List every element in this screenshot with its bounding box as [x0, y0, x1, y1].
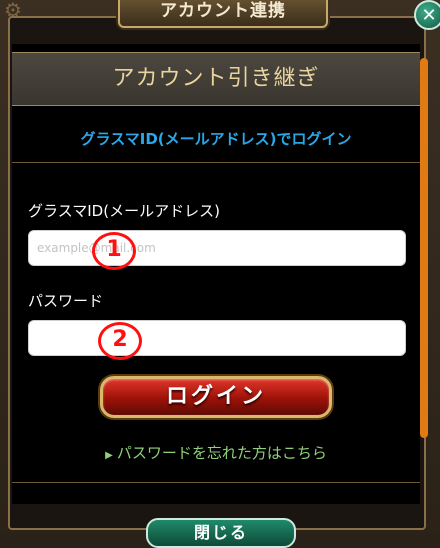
login-button[interactable]: ログイン	[100, 376, 332, 418]
divider	[12, 162, 420, 163]
dialog-frame: ⚙ アカウント連携 ✕ アカウント引き継ぎ グラスマID(メールアドレス)でログ…	[0, 0, 440, 548]
login-heading: グラスマID(メールアドレス)でログイン	[80, 130, 352, 148]
forgot-password-text: パスワードを忘れた方はこちら	[116, 444, 327, 462]
panel-header: アカウント引き継ぎ	[12, 52, 420, 106]
annotation-2: 2	[98, 322, 142, 360]
dialog-title: アカウント連携	[118, 0, 328, 28]
triangle-right-icon: ▶	[105, 450, 113, 461]
divider	[12, 482, 420, 483]
close-icon[interactable]: ✕	[414, 0, 440, 30]
forgot-password-link[interactable]: ▶ パスワードを忘れた方はこちら	[12, 442, 420, 463]
content-panel: アカウント引き継ぎ グラスマID(メールアドレス)でログイン グラスマID(メー…	[12, 44, 420, 504]
password-label: パスワード	[28, 292, 104, 310]
id-input[interactable]: example@mail.com	[28, 230, 406, 266]
id-label: グラスマID(メールアドレス)	[28, 202, 220, 220]
close-button[interactable]: 閉じる	[146, 518, 296, 548]
scrollbar[interactable]	[420, 58, 428, 438]
annotation-1-mark: 1	[92, 232, 136, 270]
password-input[interactable]	[28, 320, 406, 356]
annotation-2-mark: 2	[98, 322, 142, 360]
annotation-1: 1	[92, 232, 136, 270]
